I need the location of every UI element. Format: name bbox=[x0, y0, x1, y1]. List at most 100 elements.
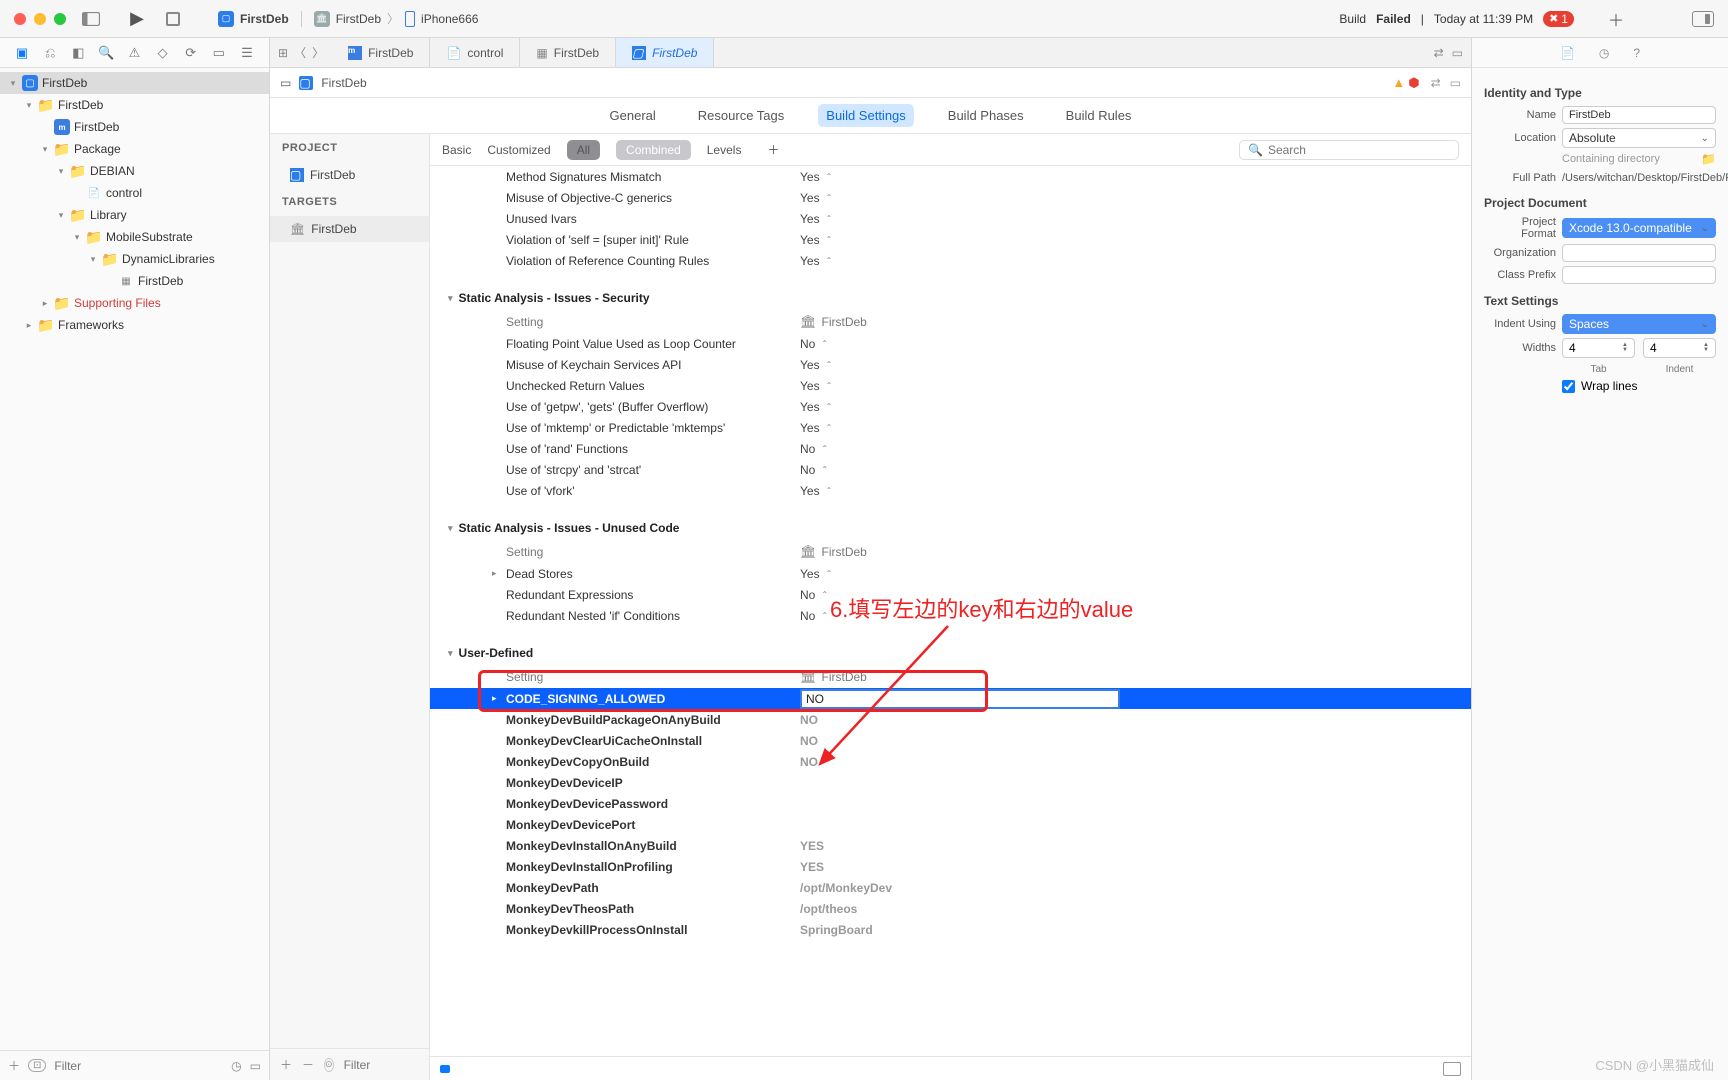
error-badge[interactable]: ✖ 1 bbox=[1543, 11, 1574, 27]
setting-row[interactable]: Floating Point Value Used as Loop Counte… bbox=[430, 333, 1471, 354]
zoom-icon[interactable] bbox=[54, 13, 66, 25]
setting-row[interactable]: MonkeyDevInstallOnProfilingYES bbox=[430, 856, 1471, 877]
setting-row[interactable]: ▸CODE_SIGNING_ALLOWED bbox=[430, 688, 1471, 709]
navigator-filter-input[interactable] bbox=[54, 1059, 223, 1073]
related-items-icon[interactable]: ⊞ bbox=[278, 46, 288, 60]
filter-levels[interactable]: Levels bbox=[707, 143, 742, 157]
tree-row[interactable]: ▾📁FirstDeb bbox=[0, 94, 269, 116]
name-field[interactable]: FirstDeb bbox=[1562, 106, 1716, 124]
doc-outline-icon[interactable]: ▭ bbox=[280, 76, 291, 90]
breakpoint-navigator-icon[interactable]: ▭ bbox=[211, 45, 227, 61]
file-inspector-icon[interactable]: 📄 bbox=[1560, 46, 1575, 60]
add-editor-icon[interactable]: ▭ bbox=[1450, 76, 1461, 90]
filter-basic[interactable]: Basic bbox=[442, 143, 471, 157]
tree-row[interactable]: ▾📁MobileSubstrate bbox=[0, 226, 269, 248]
setting-row[interactable]: Use of 'getpw', 'gets' (Buffer Overflow)… bbox=[430, 396, 1471, 417]
add-file-button[interactable]: ＋ bbox=[8, 1057, 20, 1074]
target-item[interactable]: 🏛 FirstDeb bbox=[270, 216, 429, 242]
editor-tab[interactable]: ▦FirstDeb bbox=[520, 38, 616, 67]
issue-navigator-icon[interactable]: ⚠ bbox=[126, 45, 142, 61]
remove-target-button[interactable]: － bbox=[302, 1056, 314, 1073]
tree-row[interactable]: ▾📁Package bbox=[0, 138, 269, 160]
error-icon[interactable]: ⬢ bbox=[1408, 75, 1419, 91]
editor-tab[interactable]: 📄control bbox=[430, 38, 520, 67]
tree-row[interactable]: mFirstDeb bbox=[0, 116, 269, 138]
tree-row[interactable]: 📄control bbox=[0, 182, 269, 204]
setting-row[interactable]: ▸Dead StoresYes⌃ bbox=[430, 563, 1471, 584]
setting-row[interactable]: MonkeyDevInstallOnAnyBuildYES bbox=[430, 835, 1471, 856]
report-navigator-icon[interactable]: ☰ bbox=[239, 45, 255, 61]
recent-filter-icon[interactable]: ◷ bbox=[231, 1059, 241, 1073]
location-select[interactable]: Absolute bbox=[1562, 128, 1716, 148]
add-tab-button[interactable]: ＋ bbox=[1608, 7, 1624, 31]
project-item[interactable]: ▢ FirstDeb bbox=[270, 162, 429, 188]
setting-row[interactable]: Method Signatures MismatchYes⌃ bbox=[430, 166, 1471, 187]
setting-row[interactable]: MonkeyDevkillProcessOnInstallSpringBoard bbox=[430, 919, 1471, 940]
filter-combined[interactable]: Combined bbox=[616, 140, 691, 160]
scm-filter-icon[interactable]: ▭ bbox=[250, 1059, 261, 1073]
project-tab-build-settings[interactable]: Build Settings bbox=[818, 104, 914, 127]
format-select[interactable]: Xcode 13.0-compatible bbox=[1562, 218, 1716, 238]
editor-options-icon[interactable]: ⇄ bbox=[1434, 46, 1444, 60]
setting-row[interactable]: Unused IvarsYes⌃ bbox=[430, 208, 1471, 229]
jumpbar-crumb[interactable]: FirstDeb bbox=[321, 76, 366, 90]
filter-scope-icon[interactable]: ⊡ bbox=[28, 1059, 46, 1072]
warning-icon[interactable]: ▲ bbox=[1392, 75, 1405, 90]
wrap-lines-checkbox[interactable] bbox=[1562, 380, 1575, 393]
setting-row[interactable]: MonkeyDevDevicePort bbox=[430, 814, 1471, 835]
tree-row[interactable]: ▾📁Library bbox=[0, 204, 269, 226]
split-editor-icon[interactable]: ▭ bbox=[1452, 46, 1463, 60]
add-setting-button[interactable]: ＋ bbox=[767, 141, 779, 158]
indent-select[interactable]: Spaces bbox=[1562, 314, 1716, 334]
run-button[interactable]: ▶ bbox=[126, 9, 148, 29]
add-target-button[interactable]: ＋ bbox=[280, 1056, 292, 1073]
setting-row[interactable]: MonkeyDevDevicePassword bbox=[430, 793, 1471, 814]
setting-row[interactable]: Use of 'mktemp' or Predictable 'mktemps'… bbox=[430, 417, 1471, 438]
inspector-toggle-icon[interactable] bbox=[1692, 11, 1714, 27]
indent-width-stepper[interactable]: 4▲▼ bbox=[1643, 338, 1716, 358]
editor-tab[interactable]: ▢FirstDeb bbox=[616, 38, 714, 67]
setting-row[interactable]: MonkeyDevDeviceIP bbox=[430, 772, 1471, 793]
stop-button[interactable] bbox=[162, 9, 184, 29]
setting-row[interactable]: MonkeyDevCopyOnBuildNO bbox=[430, 751, 1471, 772]
setting-row[interactable]: Violation of 'self = [super init]' RuleY… bbox=[430, 229, 1471, 250]
filter-all[interactable]: All bbox=[567, 140, 600, 160]
help-inspector-icon[interactable]: ? bbox=[1633, 46, 1640, 60]
project-tab-resource-tags[interactable]: Resource Tags bbox=[690, 104, 792, 127]
setting-row[interactable]: Use of 'strcpy' and 'strcat'No⌃ bbox=[430, 459, 1471, 480]
filter-targets-icon[interactable]: ⊙ bbox=[324, 1058, 334, 1072]
project-tab-build-rules[interactable]: Build Rules bbox=[1058, 104, 1140, 127]
setting-row[interactable]: Misuse of Objective-C genericsYes⌃ bbox=[430, 187, 1471, 208]
setting-row[interactable]: MonkeyDevClearUiCacheOnInstallNO bbox=[430, 730, 1471, 751]
setting-row[interactable]: Use of 'vfork'Yes⌃ bbox=[430, 480, 1471, 501]
tree-row[interactable]: ▾📁DEBIAN bbox=[0, 160, 269, 182]
source-control-icon[interactable]: ⎌ bbox=[42, 45, 58, 61]
back-button[interactable]: 〈 bbox=[294, 44, 306, 61]
setting-row[interactable]: Unchecked Return ValuesYes⌃ bbox=[430, 375, 1471, 396]
bottom-panel-icon[interactable] bbox=[1443, 1062, 1461, 1076]
forward-button[interactable]: 〉 bbox=[312, 44, 324, 61]
project-navigator-icon[interactable]: ▣ bbox=[14, 45, 30, 61]
setting-value-input[interactable] bbox=[800, 689, 1120, 709]
scheme-selector[interactable]: ▢ FirstDeb 🏛 FirstDeb 〉 iPhone666 bbox=[218, 10, 478, 27]
find-navigator-icon[interactable]: 🔍 bbox=[98, 45, 114, 61]
symbol-navigator-icon[interactable]: ◧ bbox=[70, 45, 86, 61]
close-icon[interactable] bbox=[14, 13, 26, 25]
tree-row[interactable]: ▦FirstDeb bbox=[0, 270, 269, 292]
history-inspector-icon[interactable]: ◷ bbox=[1599, 46, 1609, 60]
sidebar-toggle-icon[interactable] bbox=[80, 9, 102, 29]
project-tab-general[interactable]: General bbox=[602, 104, 664, 127]
settings-body[interactable]: Method Signatures MismatchYes⌃Misuse of … bbox=[430, 166, 1471, 1056]
prefix-field[interactable] bbox=[1562, 266, 1716, 284]
folder-icon[interactable]: 📁 bbox=[1701, 152, 1716, 166]
tree-row[interactable]: ▸📁Frameworks bbox=[0, 314, 269, 336]
filter-customized[interactable]: Customized bbox=[487, 143, 550, 157]
setting-group[interactable]: ▾Static Analysis - Issues - Unused Code bbox=[430, 515, 1471, 541]
setting-row[interactable]: Misuse of Keychain Services APIYes⌃ bbox=[430, 354, 1471, 375]
setting-row[interactable]: Use of 'rand' FunctionsNo⌃ bbox=[430, 438, 1471, 459]
tree-row[interactable]: ▾📁DynamicLibraries bbox=[0, 248, 269, 270]
setting-group[interactable]: ▾Static Analysis - Issues - Security bbox=[430, 285, 1471, 311]
setting-row[interactable]: MonkeyDevTheosPath/opt/theos bbox=[430, 898, 1471, 919]
tree-root[interactable]: ▾▢ FirstDeb bbox=[0, 72, 269, 94]
test-navigator-icon[interactable]: ◇ bbox=[155, 45, 171, 61]
